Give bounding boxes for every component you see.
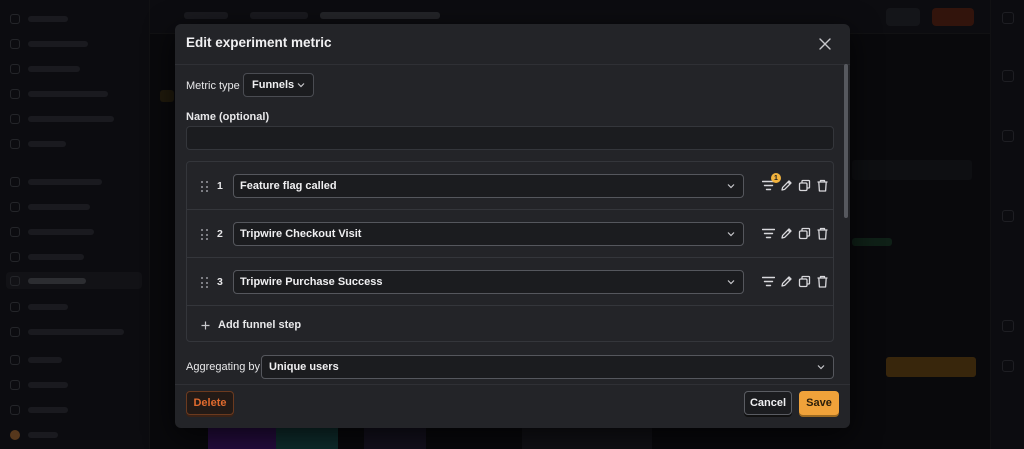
delete-step-button[interactable] bbox=[815, 178, 830, 193]
copy-icon bbox=[798, 179, 811, 192]
pencil-icon bbox=[781, 228, 792, 239]
aggregating-select[interactable]: Unique users bbox=[261, 355, 834, 379]
event-select[interactable]: Tripwire Checkout Visit bbox=[233, 222, 744, 246]
copy-icon bbox=[798, 275, 811, 288]
header-divider bbox=[175, 64, 850, 65]
funnel-step-row: 3 Tripwire Purchase Success bbox=[187, 258, 833, 306]
plus-icon bbox=[201, 321, 210, 329]
funnel-step-row: 1 Feature flag called 1 bbox=[187, 162, 833, 210]
metric-type-select[interactable]: Funnels bbox=[243, 73, 314, 97]
chevron-down-icon bbox=[297, 83, 305, 88]
save-button[interactable]: Save bbox=[799, 391, 839, 415]
edit-button[interactable] bbox=[779, 226, 794, 241]
modal-header: Edit experiment metric bbox=[175, 24, 850, 64]
close-button[interactable] bbox=[816, 35, 834, 53]
trash-icon bbox=[817, 275, 828, 288]
trash-icon bbox=[817, 227, 828, 240]
drag-handle-icon[interactable] bbox=[201, 229, 209, 241]
event-name: Tripwire Purchase Success bbox=[240, 276, 383, 288]
drag-handle-icon[interactable] bbox=[201, 181, 209, 193]
funnel-step-row: 2 Tripwire Checkout Visit bbox=[187, 210, 833, 258]
delete-button[interactable]: Delete bbox=[186, 391, 234, 415]
pencil-icon bbox=[781, 276, 792, 287]
step-number: 1 bbox=[217, 180, 223, 192]
scrollbar-thumb[interactable] bbox=[844, 64, 848, 218]
filter-icon bbox=[762, 228, 775, 239]
event-select[interactable]: Tripwire Purchase Success bbox=[233, 270, 744, 294]
name-input[interactable] bbox=[186, 126, 834, 150]
edit-button[interactable] bbox=[779, 274, 794, 289]
step-number: 2 bbox=[217, 228, 223, 240]
trash-icon bbox=[817, 179, 828, 192]
step-number: 3 bbox=[217, 276, 223, 288]
metric-type-label: Metric type bbox=[186, 80, 240, 92]
edit-metric-modal: Edit experiment metric Metric type Funne… bbox=[175, 24, 850, 428]
filter-button[interactable] bbox=[761, 226, 776, 241]
add-funnel-step-button[interactable]: Add funnel step bbox=[201, 319, 301, 331]
footer-divider bbox=[175, 384, 850, 385]
funnel-steps: 1 Feature flag called 1 2 Tripwire Check… bbox=[186, 161, 834, 342]
delete-step-button[interactable] bbox=[815, 274, 830, 289]
name-label: Name (optional) bbox=[186, 111, 270, 123]
filter-button[interactable] bbox=[761, 274, 776, 289]
delete-step-button[interactable] bbox=[815, 226, 830, 241]
duplicate-button[interactable] bbox=[797, 178, 812, 193]
close-icon bbox=[819, 38, 831, 50]
pencil-icon bbox=[781, 180, 792, 191]
aggregating-label: Aggregating by bbox=[186, 361, 260, 373]
metric-type-value: Funnels bbox=[252, 79, 295, 91]
chevron-down-icon bbox=[817, 365, 825, 370]
filter-icon bbox=[762, 276, 775, 287]
cancel-button[interactable]: Cancel bbox=[744, 391, 792, 415]
chevron-down-icon bbox=[727, 232, 735, 237]
chevron-down-icon bbox=[727, 184, 735, 189]
duplicate-button[interactable] bbox=[797, 274, 812, 289]
duplicate-button[interactable] bbox=[797, 226, 812, 241]
modal-title: Edit experiment metric bbox=[186, 35, 332, 50]
event-name: Feature flag called bbox=[240, 180, 337, 192]
drag-handle-icon[interactable] bbox=[201, 277, 209, 289]
copy-icon bbox=[798, 227, 811, 240]
chevron-down-icon bbox=[727, 280, 735, 285]
edit-button[interactable] bbox=[779, 178, 794, 193]
add-funnel-step-label: Add funnel step bbox=[218, 319, 302, 331]
aggregating-value: Unique users bbox=[269, 361, 339, 373]
event-name: Tripwire Checkout Visit bbox=[240, 228, 362, 240]
event-select[interactable]: Feature flag called bbox=[233, 174, 744, 198]
